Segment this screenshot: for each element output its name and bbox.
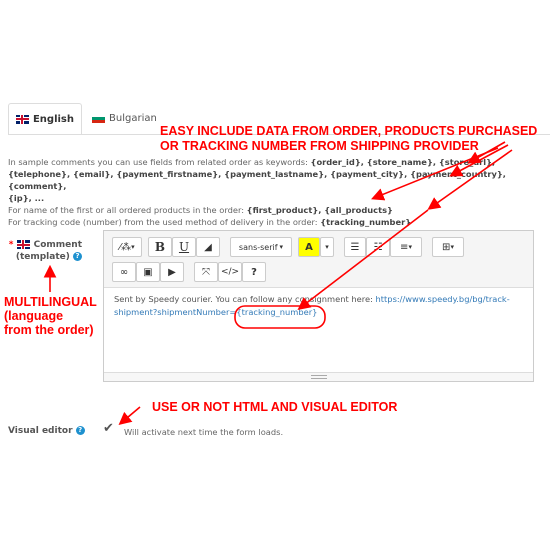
ordered-list-button[interactable]: ☷ <box>366 237 390 257</box>
link-icon: ∞ <box>119 266 129 278</box>
help-icon[interactable]: ? <box>73 252 82 261</box>
content-text: Sent by Speedy courier. You can follow a… <box>114 294 376 304</box>
visual-editor-label: Visual editor ? <box>8 426 85 436</box>
visual-editor-label-text: Visual editor <box>8 426 73 436</box>
image-button[interactable]: ▣ <box>136 262 160 282</box>
annotation-top: EASY INCLUDE DATA FROM ORDER, PRODUCTS P… <box>160 124 537 154</box>
text-color-button[interactable]: A <box>298 237 320 257</box>
tab-english-label: English <box>32 113 75 125</box>
align-left-icon: ≡ <box>400 241 409 253</box>
visual-editor-hint: Will activate next time the form loads. <box>124 427 284 437</box>
font-family-dropdown[interactable]: sans-serif ▾ <box>230 237 292 257</box>
ordered-list-icon: ☷ <box>373 241 383 253</box>
magic-wand-icon: ⁄⁂ <box>119 241 132 253</box>
chevron-down-icon: ▾ <box>450 243 454 251</box>
uk-flag-icon <box>16 240 30 249</box>
magic-wand-dropdown[interactable]: ⁄⁂ ▾ <box>112 237 142 257</box>
chevron-down-icon: ▾ <box>408 243 412 251</box>
chevron-down-icon: ▾ <box>279 243 284 251</box>
content-link-part1[interactable]: https://www.speedy.bg/bg/track- <box>376 294 510 304</box>
annotation-top-line1: EASY INCLUDE DATA FROM ORDER, PRODUCTS P… <box>160 124 538 138</box>
info-line5: For tracking code (number) from the used… <box>8 217 412 227</box>
comment-label: * Comment (template) ? <box>4 239 82 263</box>
editor-content[interactable]: Sent by Speedy courier. You can follow a… <box>114 293 529 319</box>
unordered-list-icon: ☰ <box>350 241 360 253</box>
unordered-list-button[interactable]: ☰ <box>344 237 366 257</box>
comment-label-text: Comment <box>33 240 82 250</box>
font-family-value: sans-serif <box>238 242 278 252</box>
text-color-dropdown[interactable]: ▾ <box>320 237 334 257</box>
bold-button[interactable]: B <box>148 237 172 257</box>
chevron-down-icon: ▾ <box>325 243 329 251</box>
visual-editor-checkbox[interactable]: ✔ <box>103 421 115 436</box>
info-line3: {ip}, ... <box>8 193 45 203</box>
comment-sublabel: (template) <box>15 252 70 262</box>
annotation-top-line2: OR TRACKING NUMBER FROM SHIPPING PROVIDE… <box>160 139 479 153</box>
paragraph-align-dropdown[interactable]: ≡ ▾ <box>390 237 422 257</box>
keyword-help-text: In sample comments you can use fields fr… <box>8 156 518 228</box>
info-line2: {telephone}, {email}, {payment_firstname… <box>8 169 506 191</box>
video-icon: ▶ <box>168 266 176 278</box>
help-button[interactable]: ? <box>242 262 266 282</box>
tab-bulgarian[interactable]: Bulgarian <box>92 103 157 133</box>
link-button[interactable]: ∞ <box>112 262 136 282</box>
info-line4: For name of the first or all ordered pro… <box>8 205 393 215</box>
editor-resize-handle[interactable] <box>104 372 533 381</box>
uk-flag-icon <box>15 114 29 124</box>
underline-button[interactable]: U <box>172 237 196 257</box>
required-mark: * <box>8 240 14 250</box>
info-line1: In sample comments you can use fields fr… <box>8 157 496 167</box>
annotation-multilingual: MULTILINGUAL (language from the order) <box>4 295 97 337</box>
annotation-visual-editor: USE OR NOT HTML AND VISUAL EDITOR <box>152 400 398 414</box>
tab-english[interactable]: English <box>8 103 82 135</box>
eraser-button[interactable]: ◢ <box>196 237 220 257</box>
tracking-number-token: {tracking_number} <box>236 307 318 317</box>
bulgaria-flag-icon <box>92 113 105 123</box>
content-link-part2[interactable]: shipment?shipmentNumber= <box>114 307 236 317</box>
table-icon: ⊞ <box>442 241 451 253</box>
editor-toolbar: ⁄⁂ ▾ B U ◢ sans-serif ▾ A ▾ ☰ ☷ ≡ ▾ ⊞ ▾ ∞ ▣ … <box>104 231 533 288</box>
tab-bulgarian-label: Bulgarian <box>109 112 157 124</box>
code-icon: </> <box>220 267 240 277</box>
video-button[interactable]: ▶ <box>160 262 184 282</box>
arrow-to-visual-editor-checkbox <box>118 406 141 426</box>
grip-icon <box>310 375 327 379</box>
fullscreen-button[interactable]: ⤧ <box>194 262 218 282</box>
chevron-down-icon: ▾ <box>131 243 135 251</box>
eraser-icon: ◢ <box>204 241 212 253</box>
comment-editor[interactable]: ⁄⁂ ▾ B U ◢ sans-serif ▾ A ▾ ☰ ☷ ≡ ▾ ⊞ ▾ ∞ ▣ … <box>103 230 534 382</box>
fullscreen-icon: ⤧ <box>202 266 210 278</box>
code-view-button[interactable]: </> <box>218 262 242 282</box>
checkmark-icon: ✔ <box>103 421 114 436</box>
image-icon: ▣ <box>143 266 153 278</box>
help-icon[interactable]: ? <box>75 426 85 435</box>
table-dropdown[interactable]: ⊞ ▾ <box>432 237 464 257</box>
